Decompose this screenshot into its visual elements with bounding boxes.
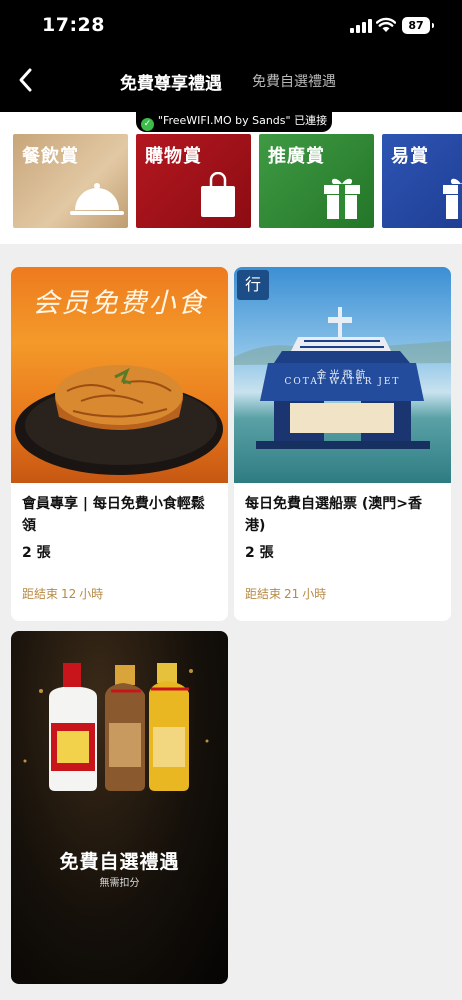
expiry-prefix: 距結束 — [22, 587, 59, 601]
offer-expiry: 距結束 12 小時 — [22, 585, 103, 602]
offer-expiry: 距結束 21 小時 — [245, 585, 326, 602]
category-easy-reward[interactable]: 易賞 — [382, 134, 462, 228]
promo-title: 免費自選禮遇 — [59, 851, 180, 873]
expiry-unit: 小時 — [302, 587, 327, 601]
expiry-hours: 12 — [61, 587, 77, 601]
gift-icon — [324, 178, 360, 219]
offer-card-ferry[interactable]: 金光飛航 COTAI WATER JET 行 每日免費自選船票 (澳門>香港) … — [234, 267, 451, 621]
offer-image-ferry: 金光飛航 COTAI WATER JET 行 — [234, 267, 451, 483]
promo-card-liquor[interactable]: 免費自選禮遇 無需扣分 — [11, 631, 228, 984]
check-icon: ✓ — [140, 118, 154, 131]
status-bar: 17:28 87 — [0, 0, 462, 52]
offer-quantity: 2 張 — [245, 545, 274, 561]
offer-image-snack: 会员免费小食 — [11, 267, 228, 483]
battery-indicator: 87 — [402, 17, 434, 34]
liquor-bottles-illustration — [23, 663, 209, 791]
offer-image-caption: 会员免费小食 — [32, 288, 207, 319]
status-time: 17:28 — [42, 14, 105, 36]
offer-quantity: 2 張 — [22, 545, 51, 561]
category-promotion[interactable]: 推廣賞 — [259, 134, 374, 228]
category-label: 易賞 — [391, 146, 429, 167]
offer-card-snack[interactable]: 会员免费小食 會員專享 | 每日免費小食輕鬆領 2 張 距結束 12 小時 — [11, 267, 228, 621]
back-icon[interactable] — [12, 64, 44, 96]
expiry-unit: 小時 — [79, 587, 104, 601]
cloche-icon — [70, 183, 124, 215]
shopping-bag-icon — [201, 172, 235, 217]
wifi-banner-text: "FreeWIFI.MO by Sands" 已連接 — [157, 114, 328, 127]
expiry-hours: 21 — [284, 587, 300, 601]
category-tag: 行 — [237, 270, 269, 300]
tab-exclusive-offers[interactable]: 免費尊享禮遇 — [120, 69, 222, 94]
nav-bar: 免費尊享禮遇 免費自選禮遇 — [0, 52, 462, 108]
category-dining[interactable]: 餐飲賞 — [13, 134, 128, 228]
category-shopping[interactable]: 購物賞 — [136, 134, 251, 228]
promo-subtitle: 無需扣分 — [99, 878, 140, 889]
tab-optional-offers[interactable]: 免費自選禮遇 — [252, 71, 336, 91]
top-header: 17:28 87 免費尊享禮遇 免費自選禮遇 — [0, 0, 462, 128]
category-label: 購物賞 — [145, 146, 202, 167]
category-label: 推廣賞 — [268, 146, 325, 167]
category-label: 餐飲賞 — [22, 146, 79, 167]
expiry-prefix: 距結束 — [245, 587, 282, 601]
ferry-brand-en: COTAI WATER JET — [284, 377, 401, 387]
wifi-icon — [376, 17, 396, 32]
wifi-connected-banner: ✓ "FreeWIFI.MO by Sands" 已連接 — [136, 110, 332, 132]
offer-title: 會員專享 | 每日免費小食輕鬆領 — [22, 496, 205, 534]
offer-title: 每日免費自選船票 (澳門>香港) — [245, 496, 423, 534]
gift-icon — [443, 178, 462, 219]
signal-icon — [350, 19, 372, 33]
